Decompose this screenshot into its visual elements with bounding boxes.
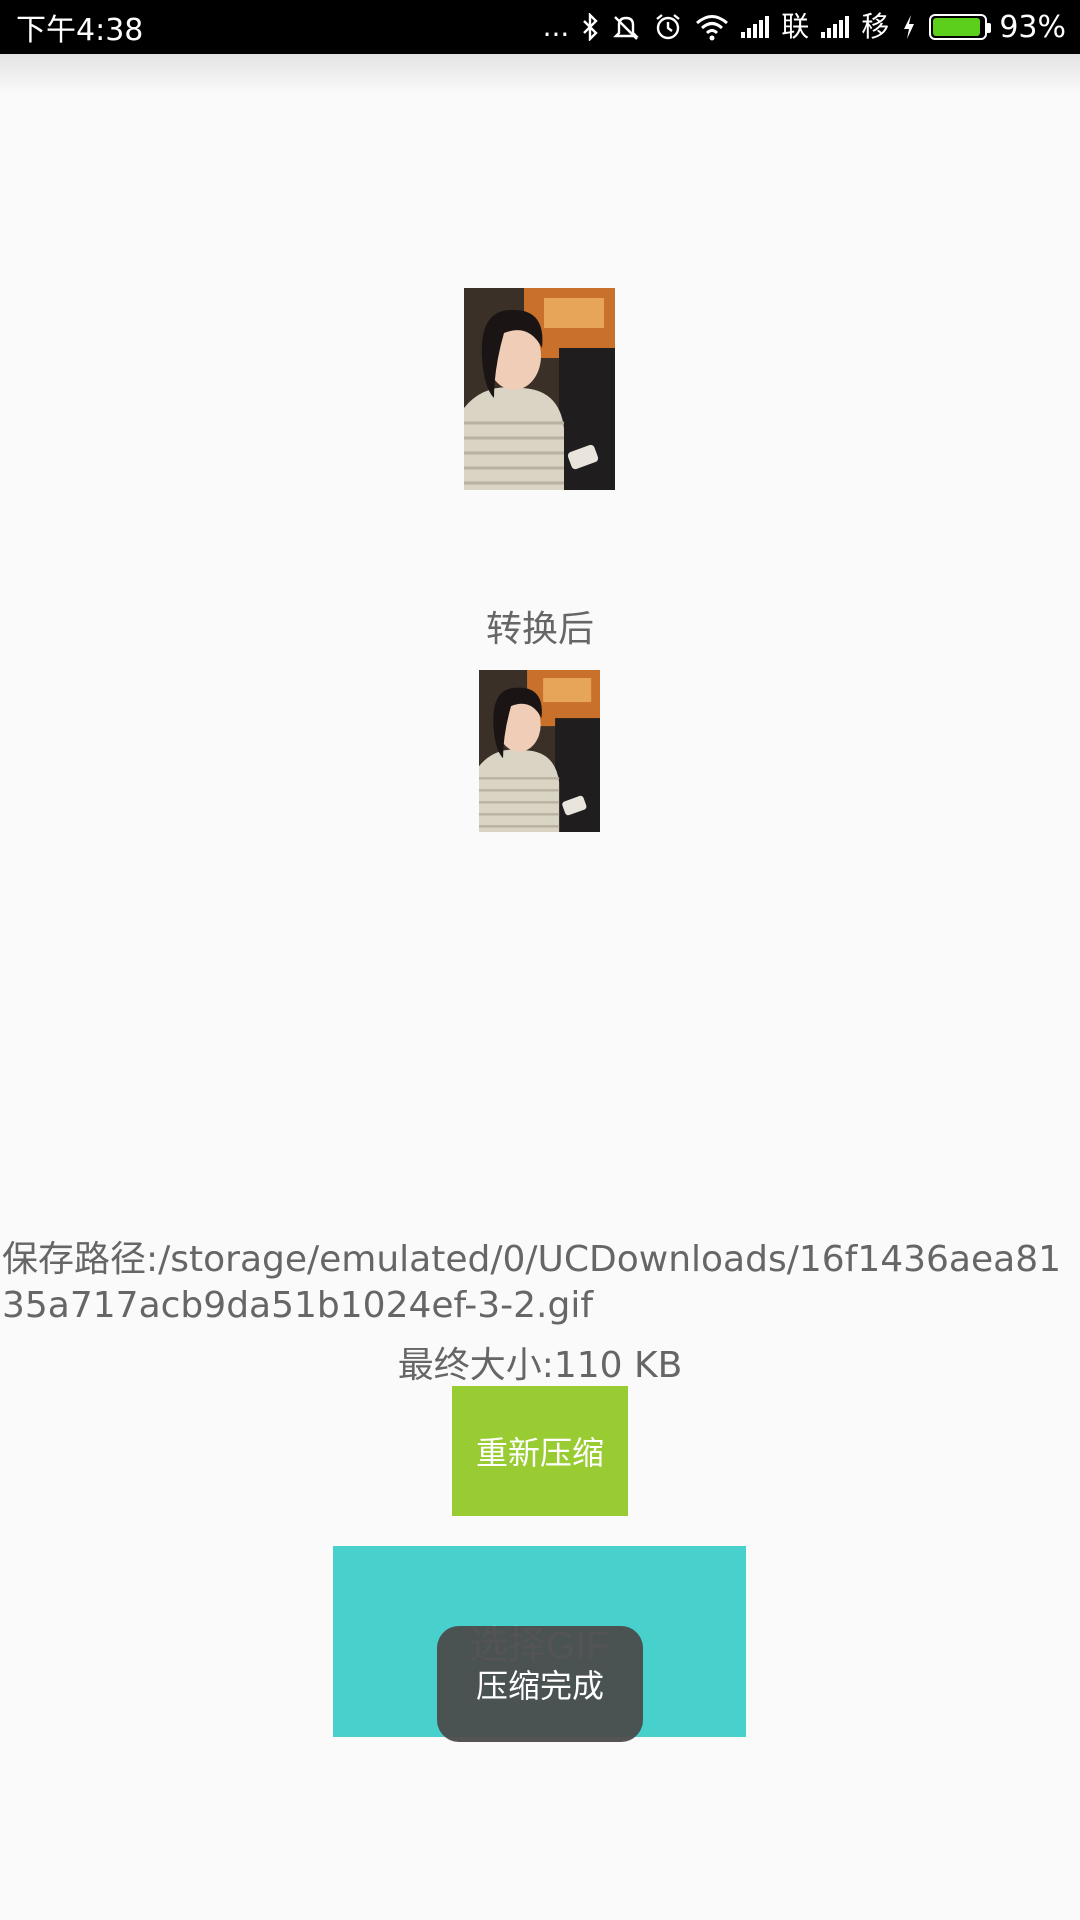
status-icons: ... 联 移 93% [543,10,1066,45]
mute-icon [611,13,641,41]
signal-icon-2 [821,16,850,38]
converted-gif-image [479,670,600,832]
final-size-text: 最终大小:110 KB [397,1345,683,1386]
status-bar: 下午4:38 ... 联 移 93% [0,0,1080,54]
charging-icon [901,13,917,41]
alarm-icon [653,13,683,41]
action-bar-shadow [0,54,1080,94]
original-gif-image [464,288,615,490]
wifi-icon [695,13,729,41]
more-notifications-icon: ... [542,10,570,43]
after-conversion-label: 转换后 [485,609,594,650]
status-time: 下午4:38 [16,13,144,48]
signal-icon-1 [741,16,770,38]
battery-percent: 93% [999,9,1066,45]
recompress-button[interactable]: 重新压缩 [452,1386,628,1516]
toast-message: 压缩完成 [437,1626,643,1742]
save-path-text: 保存路径:/storage/emulated/0/UCDownloads/16f… [2,1239,1062,1326]
battery-icon [929,14,992,40]
battery-level-fill [933,18,980,36]
carrier-2-label: 移 [861,10,890,43]
carrier-1-label: 联 [781,10,810,43]
bluetooth-icon [581,13,599,41]
